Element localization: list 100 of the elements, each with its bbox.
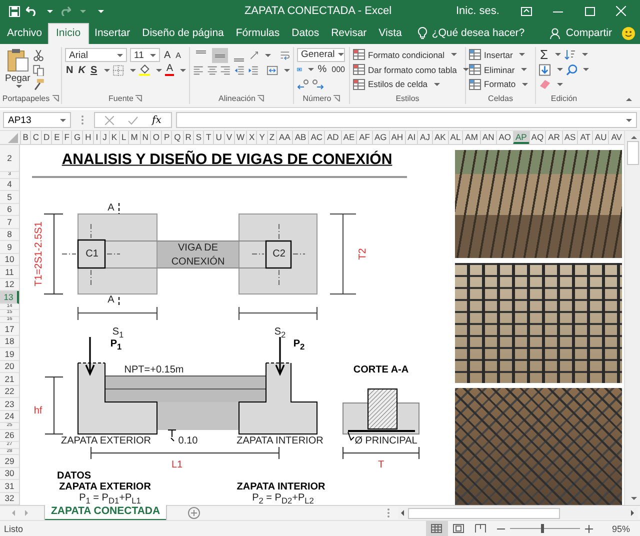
row-header[interactable]: 11 — [0, 266, 19, 278]
scroll-thumb[interactable] — [408, 508, 560, 518]
caret-icon[interactable] — [104, 68, 110, 72]
name-box[interactable]: AP13 — [3, 112, 71, 128]
borders-icon[interactable] — [113, 64, 124, 76]
row-header[interactable]: 24 — [0, 410, 19, 423]
align-left-icon[interactable] — [193, 64, 204, 76]
caret-icon[interactable] — [555, 53, 562, 56]
column-header[interactable]: AK — [432, 131, 448, 144]
orientation-icon[interactable] — [250, 49, 260, 61]
add-sheet-icon[interactable] — [188, 507, 200, 519]
caret-icon[interactable] — [556, 68, 562, 71]
maximize-icon[interactable] — [584, 6, 595, 16]
column-header[interactable]: O — [150, 131, 162, 144]
font-name-field[interactable]: Arial — [65, 48, 127, 62]
row-header[interactable]: 4 — [0, 178, 19, 191]
autosum-button[interactable]: Σ — [539, 48, 550, 62]
cells-menu-button[interactable]: Formato — [469, 77, 532, 92]
dialog-launcher-icon[interactable] — [52, 94, 59, 102]
caret-icon[interactable] — [265, 54, 272, 56]
column-header[interactable]: J — [100, 131, 109, 144]
caret-icon[interactable] — [308, 68, 314, 72]
caret-icon[interactable] — [338, 53, 344, 56]
close-icon[interactable] — [616, 6, 626, 16]
sign-in-link[interactable]: Inic. ses. — [456, 5, 500, 17]
italic-button[interactable]: K — [77, 64, 86, 76]
cells-menu-button[interactable]: Insertar — [469, 48, 532, 62]
row-header[interactable]: 6 — [0, 204, 19, 216]
column-header[interactable]: AC — [308, 131, 324, 144]
scroll-down-icon[interactable] — [631, 497, 637, 500]
ribbon-tab[interactable]: Vista — [372, 23, 408, 44]
font-size-field[interactable]: 11 — [130, 48, 160, 62]
dialog-launcher-icon[interactable] — [333, 94, 340, 102]
row-header[interactable]: 17 — [0, 323, 19, 336]
collapse-ribbon-icon[interactable] — [626, 98, 632, 101]
column-header[interactable]: AL — [448, 131, 462, 144]
formula-input[interactable] — [176, 112, 637, 128]
wrap-text-icon[interactable] — [280, 48, 290, 62]
align-right-icon[interactable] — [220, 64, 232, 76]
caret-icon[interactable] — [583, 68, 589, 71]
column-header[interactable]: AE — [340, 131, 356, 144]
caret-icon[interactable] — [450, 53, 457, 56]
caret-icon[interactable] — [180, 68, 186, 72]
decrease-decimal-icon[interactable] — [312, 78, 324, 90]
scissors-icon[interactable] — [33, 50, 44, 62]
column-header[interactable]: F — [62, 131, 72, 144]
style-menu-button[interactable]: Estilos de celda — [353, 77, 462, 92]
grow-font-button[interactable]: A — [163, 50, 172, 60]
caret-icon[interactable] — [60, 118, 66, 122]
column-header[interactable]: C — [30, 131, 41, 144]
sheet-tab[interactable]: ZAPATA CONECTADA — [45, 505, 166, 521]
drag-handle-icon[interactable] — [387, 508, 390, 518]
font-color-button[interactable]: A — [165, 64, 174, 76]
smiley-icon[interactable] — [622, 27, 635, 40]
row-header[interactable]: 8 — [0, 228, 19, 241]
ribbon-tab[interactable]: Datos — [286, 23, 326, 44]
column-header[interactable]: AP — [512, 131, 529, 144]
column-header[interactable]: AB — [292, 131, 308, 144]
dialog-launcher-icon[interactable] — [135, 94, 142, 102]
drag-handle-icon[interactable] — [81, 115, 84, 125]
column-header[interactable]: AU — [592, 131, 608, 144]
row-header[interactable]: 7 — [0, 216, 19, 228]
copy-icon[interactable] — [33, 64, 44, 76]
row-header[interactable]: 5 — [0, 191, 19, 204]
caret-icon[interactable] — [16, 85, 22, 88]
row-header[interactable]: 26 — [0, 430, 19, 442]
increase-decimal-icon[interactable] — [297, 78, 309, 90]
caret-icon[interactable] — [434, 82, 440, 86]
row-header[interactable]: 23 — [0, 398, 19, 410]
zoom-slider-thumb[interactable] — [541, 524, 544, 533]
column-header[interactable]: AM — [462, 131, 480, 144]
customize-icon[interactable] — [98, 10, 104, 12]
search-icon[interactable] — [566, 64, 577, 76]
column-header[interactable]: W — [234, 131, 246, 144]
row-header[interactable]: 10 — [0, 254, 19, 266]
column-header[interactable]: AS — [562, 131, 578, 144]
column-header[interactable]: T — [203, 131, 213, 144]
caret-icon[interactable] — [557, 82, 563, 86]
fill-color-icon[interactable] — [138, 64, 150, 76]
column-header[interactable]: H — [82, 131, 93, 144]
column-header[interactable]: AA — [276, 131, 292, 144]
decrease-indent-icon[interactable] — [234, 64, 245, 76]
bold-button[interactable]: N — [65, 64, 74, 76]
scroll-left-icon[interactable] — [401, 510, 404, 516]
shrink-font-button[interactable]: A — [174, 50, 182, 60]
ribbon-tab[interactable]: Archivo — [1, 23, 48, 44]
row-header[interactable]: 22 — [0, 386, 19, 398]
column-header[interactable]: P — [161, 131, 172, 144]
column-header[interactable]: L — [118, 131, 128, 144]
row-header[interactable]: 30 — [0, 468, 19, 480]
column-header[interactable]: Q — [171, 131, 183, 144]
column-header[interactable]: U — [213, 131, 224, 144]
align-center-icon[interactable] — [206, 64, 218, 76]
ribbon-tab[interactable]: Revisar — [325, 23, 373, 44]
row-header[interactable]: 9 — [0, 241, 19, 254]
column-header[interactable]: AG — [372, 131, 388, 144]
column-header[interactable]: V — [224, 131, 234, 144]
ribbon-tab[interactable]: Inicio — [48, 23, 89, 44]
row-header[interactable]: 18 — [0, 336, 19, 348]
row-header[interactable]: 21 — [0, 373, 19, 386]
